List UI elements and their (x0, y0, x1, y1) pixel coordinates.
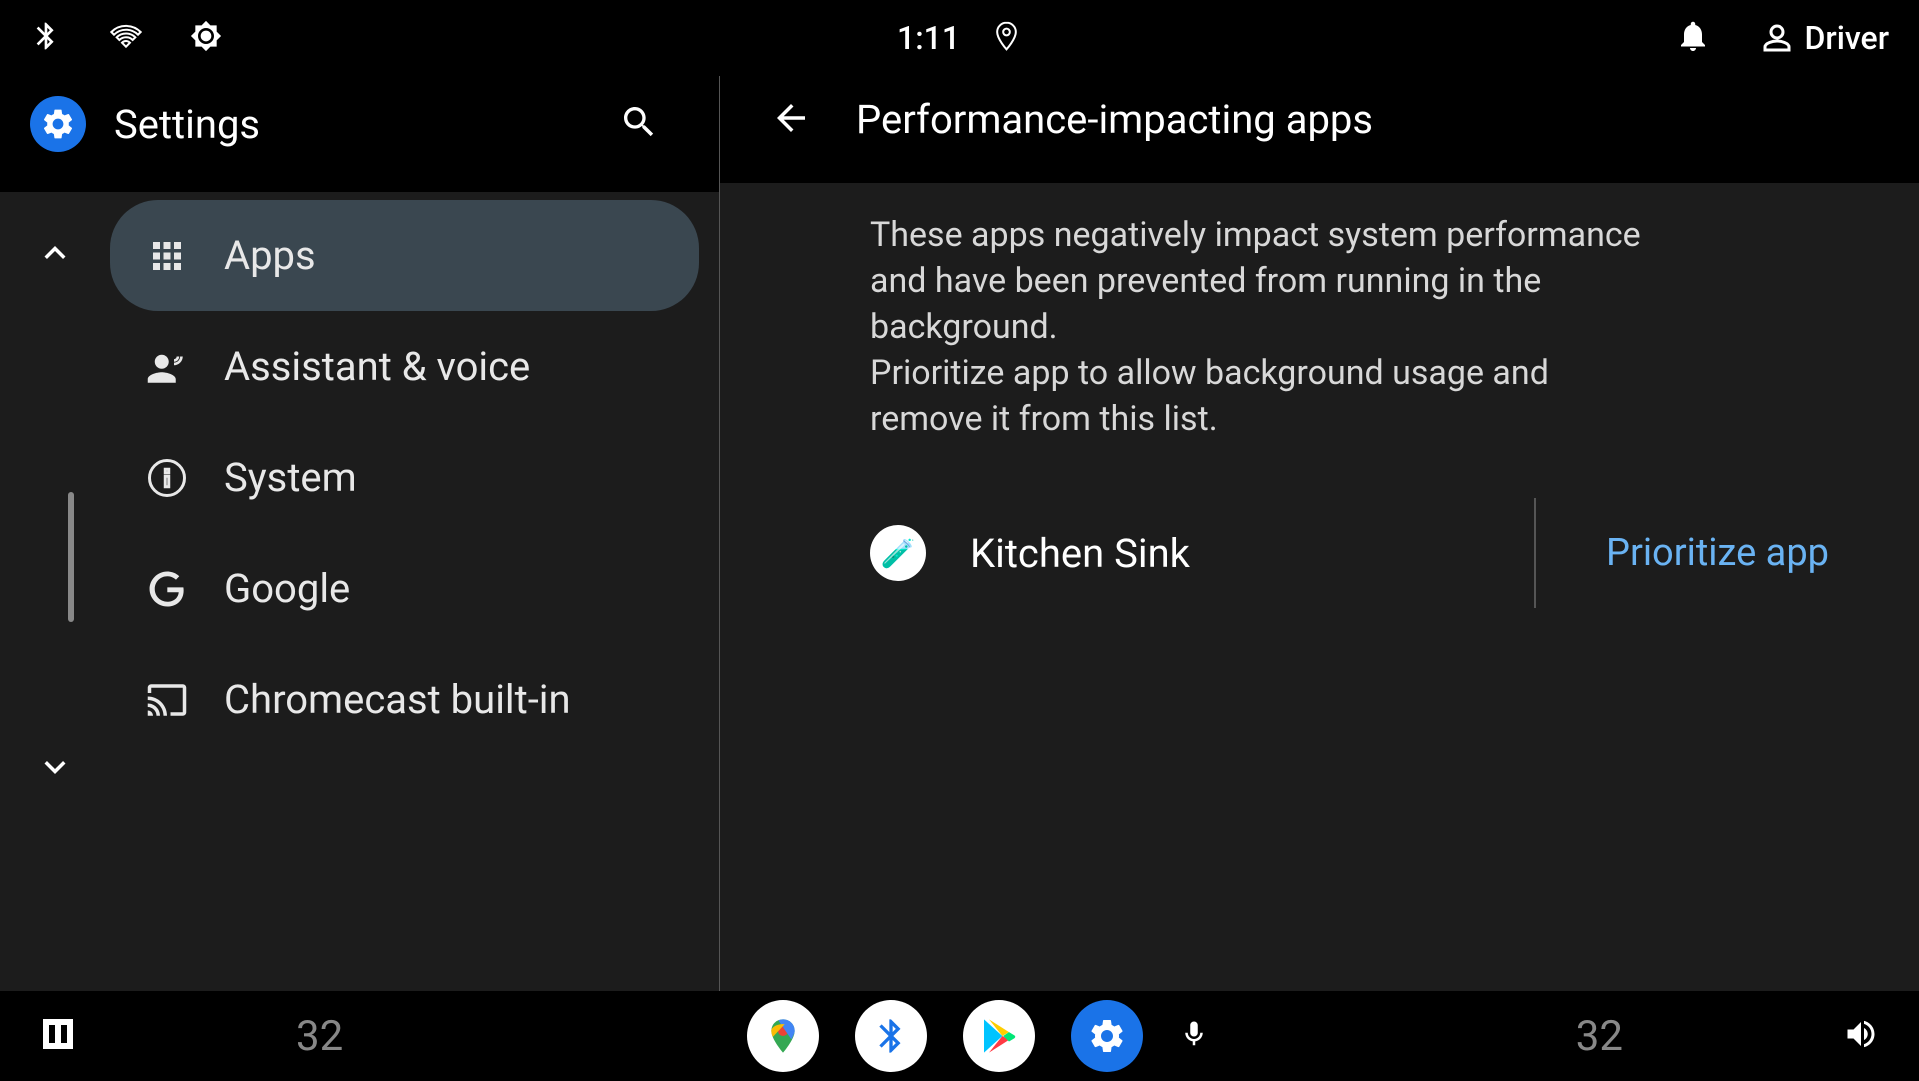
chevron-down-icon[interactable] (34, 746, 76, 792)
app-entry[interactable]: 🧪 Kitchen Sink (870, 525, 1534, 581)
sidebar-item-chromecast[interactable]: Chromecast built-in (110, 644, 699, 755)
sidebar-item-label: Assistant & voice (224, 343, 530, 390)
microphone-icon[interactable] (1179, 1019, 1209, 1053)
dock-maps-app[interactable] (747, 1000, 819, 1072)
layout-icon[interactable] (40, 1016, 76, 1056)
status-bar: 1:11 Driver (0, 0, 1919, 76)
sidebar-item-label: Apps (224, 232, 316, 279)
app-icon: 🧪 (870, 525, 926, 581)
brightness-icon (190, 20, 222, 56)
chevron-up-icon[interactable] (34, 232, 76, 278)
divider (1534, 498, 1536, 608)
search-button[interactable] (619, 102, 659, 146)
sidebar-title: Settings (114, 101, 591, 148)
page-title: Performance-impacting apps (856, 96, 1373, 143)
sidebar-item-label: System (224, 454, 357, 501)
wifi-icon (110, 20, 142, 56)
apps-grid-icon (146, 235, 188, 277)
sidebar: Settings Apps Assistant & voice (0, 76, 720, 991)
user-label: Driver (1805, 19, 1889, 57)
back-button[interactable] (770, 97, 812, 143)
sidebar-item-google[interactable]: Google (110, 533, 699, 644)
settings-icon (30, 96, 86, 152)
bottom-dock: 32 32 (0, 991, 1919, 1081)
status-time: 1:11 (897, 19, 960, 57)
sidebar-item-label: Google (224, 565, 350, 612)
voice-person-icon (146, 346, 188, 388)
location-icon (990, 20, 1022, 56)
sidebar-item-system[interactable]: System (110, 422, 699, 533)
dock-bluetooth-app[interactable] (855, 1000, 927, 1072)
app-name: Kitchen Sink (970, 530, 1190, 577)
sidebar-item-label: Chromecast built-in (224, 676, 571, 723)
temp-right[interactable]: 32 (1576, 1012, 1623, 1061)
temp-left[interactable]: 32 (296, 1012, 343, 1061)
scrollbar-thumb[interactable] (68, 492, 74, 622)
cast-icon (146, 679, 188, 721)
sidebar-item-apps[interactable]: Apps (110, 200, 699, 311)
user-profile[interactable]: Driver (1759, 19, 1889, 57)
sidebar-item-assistant[interactable]: Assistant & voice (110, 311, 699, 422)
prioritize-button[interactable]: Prioritize app (1576, 531, 1859, 575)
bluetooth-icon (30, 20, 62, 56)
content-panel: Performance-impacting apps These apps ne… (720, 76, 1919, 991)
app-row: 🧪 Kitchen Sink Prioritize app (870, 498, 1859, 608)
notification-bell-icon[interactable] (1675, 18, 1711, 58)
description-text: These apps negatively impact system perf… (870, 213, 1650, 442)
dock-settings-app[interactable] (1071, 1000, 1143, 1072)
volume-icon[interactable] (1843, 1016, 1879, 1056)
google-g-icon (146, 568, 188, 610)
dock-play-store-app[interactable] (963, 1000, 1035, 1072)
info-icon (146, 457, 188, 499)
